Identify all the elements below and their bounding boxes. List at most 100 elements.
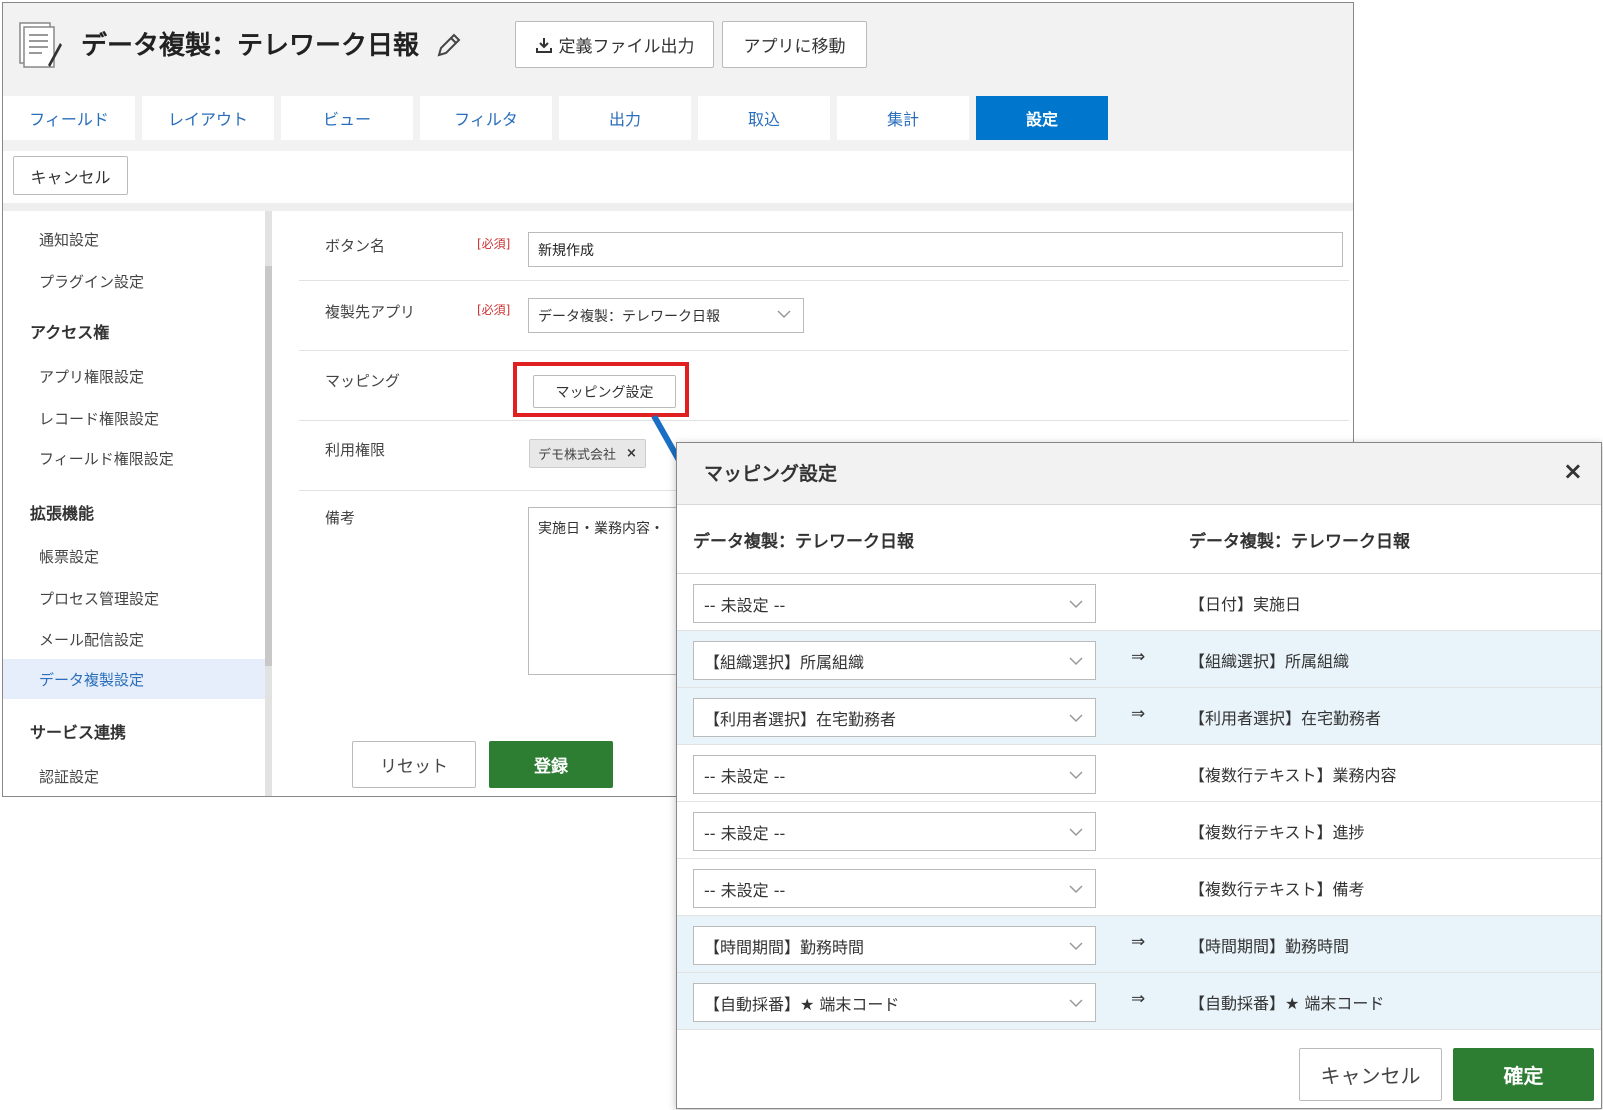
tab-view[interactable]: ビュー [281, 96, 413, 140]
tab-field[interactable]: フィールド [3, 96, 135, 140]
target-field-label: 【複数行テキスト】進捗 [1189, 823, 1365, 842]
mapping-dialog: マッピング設定 × データ複製：テレワーク日報 データ複製：テレワーク日報 --… [676, 442, 1602, 1109]
tab-aggregate[interactable]: 集計 [837, 96, 969, 140]
chevron-down-icon [1069, 942, 1083, 951]
app-title: データ複製：テレワーク日報 [81, 31, 420, 61]
chevron-down-icon [1069, 600, 1083, 609]
target-field-label: 【時間期間】勤務時間 [1189, 937, 1350, 956]
source-field-select[interactable]: 【時間期間】勤務時間 [693, 926, 1096, 965]
mapping-row: -- 未設定 -- 【複数行テキスト】備考 [677, 859, 1601, 916]
export-definition-button[interactable]: 定義ファイル出力 [515, 21, 714, 68]
chevron-down-icon [1069, 657, 1083, 666]
source-field-select[interactable]: -- 未設定 -- [693, 869, 1096, 908]
source-field-value: 【時間期間】勤務時間 [704, 937, 865, 957]
source-field-value: -- 未設定 -- [704, 766, 786, 786]
mapping-row: -- 未設定 -- 【日付】実施日 [677, 574, 1601, 631]
tab-import[interactable]: 取込 [698, 96, 830, 140]
chevron-down-icon [1069, 828, 1083, 837]
target-column-header: データ複製：テレワーク日報 [1189, 532, 1410, 552]
sidebar-item-app-permission[interactable]: アプリ権限設定 [3, 356, 265, 396]
export-definition-label: 定義ファイル出力 [558, 37, 695, 57]
sidebar-item-notification[interactable]: 通知設定 [3, 219, 265, 259]
target-field-label: 【利用者選択】在宅勤務者 [1189, 709, 1382, 728]
tab-settings[interactable]: 設定 [976, 96, 1108, 140]
mapping-arrow: ⇒ [1131, 647, 1146, 667]
mapping-arrow: ⇒ [1131, 704, 1146, 724]
sidebar-heading-access: アクセス権 [30, 323, 110, 342]
dialog-header: マッピング設定 × [677, 443, 1601, 505]
sidebar-heading-service: サービス連携 [30, 723, 127, 742]
chevron-down-icon [777, 310, 791, 319]
mapping-row: 【組織選択】所属組織 ⇒ 【組織選択】所属組織 [677, 631, 1601, 688]
required-mark: [必須] [477, 303, 511, 317]
go-to-app-button[interactable]: アプリに移動 [722, 21, 867, 68]
reset-button[interactable]: リセット [352, 741, 476, 788]
row-mapping: マッピング [299, 351, 1349, 421]
target-app-value: データ複製：テレワーク日報 [538, 308, 720, 325]
source-field-value: -- 未設定 -- [704, 823, 786, 843]
app-document-icon [19, 22, 62, 68]
sidebar-item-plugin[interactable]: プラグイン設定 [3, 261, 265, 301]
sidebar-heading-extensions: 拡張機能 [30, 504, 95, 523]
target-app-select[interactable]: データ複製：テレワーク日報 [528, 298, 804, 333]
tab-filter[interactable]: フィルタ [420, 96, 552, 140]
source-field-value: 【組織選択】所属組織 [704, 652, 865, 672]
source-field-value: -- 未設定 -- [704, 595, 786, 615]
chevron-down-icon [1069, 771, 1083, 780]
source-field-value: 【利用者選択】在宅勤務者 [704, 709, 897, 729]
source-field-value: 【自動採番】★ 端末コード [704, 994, 900, 1014]
chevron-down-icon [1069, 885, 1083, 894]
source-field-select[interactable]: -- 未設定 -- [693, 584, 1096, 623]
row-button-name: ボタン名 [必須] 新規作成 [299, 211, 1349, 281]
highlight-box [513, 362, 689, 417]
source-field-select[interactable]: 【組織選択】所属組織 [693, 641, 1096, 680]
cancel-button[interactable]: キャンセル [13, 156, 128, 195]
sidebar-item-data-copy[interactable]: データ複製設定 [3, 659, 265, 699]
sidebar-item-mail[interactable]: メール配信設定 [3, 619, 265, 659]
button-name-input[interactable]: 新規作成 [528, 232, 1343, 267]
pencil-icon[interactable] [435, 31, 463, 59]
divider [3, 203, 1353, 211]
download-icon [535, 37, 552, 53]
chevron-down-icon [1069, 999, 1083, 1008]
permission-tag: デモ株式会社 × [529, 439, 646, 468]
tab-layout[interactable]: レイアウト [142, 96, 274, 140]
source-field-select[interactable]: 【利用者選択】在宅勤務者 [693, 698, 1096, 737]
target-field-label: 【自動採番】★ 端末コード [1189, 994, 1385, 1013]
target-field-label: 【組織選択】所属組織 [1189, 652, 1350, 671]
dialog-cancel-button[interactable]: キャンセル [1299, 1048, 1442, 1101]
target-field-label: 【複数行テキスト】備考 [1189, 880, 1365, 899]
required-mark: [必須] [477, 237, 511, 251]
mapping-row: -- 未設定 -- 【複数行テキスト】進捗 [677, 802, 1601, 859]
sidebar-item-process[interactable]: プロセス管理設定 [3, 578, 265, 618]
target-field-label: 【複数行テキスト】業務内容 [1189, 766, 1397, 785]
scrollbar-thumb[interactable] [265, 266, 272, 666]
close-icon[interactable]: × [1563, 457, 1583, 485]
tab-output[interactable]: 出力 [559, 96, 691, 140]
confirm-button[interactable]: 確定 [1453, 1048, 1594, 1101]
remarks-label: 備考 [325, 509, 356, 527]
mapping-arrow: ⇒ [1131, 989, 1146, 1009]
mapping-label: マッピング [325, 372, 401, 390]
mapping-row: 【自動採番】★ 端末コード ⇒ 【自動採番】★ 端末コード [677, 973, 1601, 1030]
source-field-select[interactable]: 【自動採番】★ 端末コード [693, 983, 1096, 1022]
source-field-select[interactable]: -- 未設定 -- [693, 755, 1096, 794]
app-header: データ複製：テレワーク日報 定義ファイル出力 アプリに移動 フィールド レイアウ… [3, 3, 1353, 151]
target-app-label: 複製先アプリ [325, 303, 416, 321]
sidebar-item-auth[interactable]: 認証設定 [3, 756, 265, 796]
sidebar-item-field-permission[interactable]: フィールド権限設定 [3, 438, 265, 478]
mapping-row: 【時間期間】勤務時間 ⇒ 【時間期間】勤務時間 [677, 916, 1601, 973]
target-field-label: 【日付】実施日 [1189, 595, 1302, 614]
sidebar-item-record-permission[interactable]: レコード権限設定 [3, 398, 265, 438]
sidebar-scrollbar[interactable] [265, 211, 272, 796]
dialog-title: マッピング設定 [704, 463, 838, 485]
button-name-label: ボタン名 [325, 237, 386, 255]
source-field-select[interactable]: -- 未設定 -- [693, 812, 1096, 851]
row-target-app: 複製先アプリ [必須] データ複製：テレワーク日報 [299, 281, 1349, 351]
mapping-row: 【利用者選択】在宅勤務者 ⇒ 【利用者選択】在宅勤務者 [677, 688, 1601, 745]
register-button[interactable]: 登録 [489, 741, 613, 788]
sidebar-item-report[interactable]: 帳票設定 [3, 536, 265, 576]
settings-sidebar: 通知設定 プラグイン設定 アクセス権 アプリ権限設定 レコード権限設定 フィール… [3, 211, 268, 796]
remove-tag-icon[interactable]: × [626, 446, 637, 461]
source-column-header: データ複製：テレワーク日報 [693, 532, 914, 552]
